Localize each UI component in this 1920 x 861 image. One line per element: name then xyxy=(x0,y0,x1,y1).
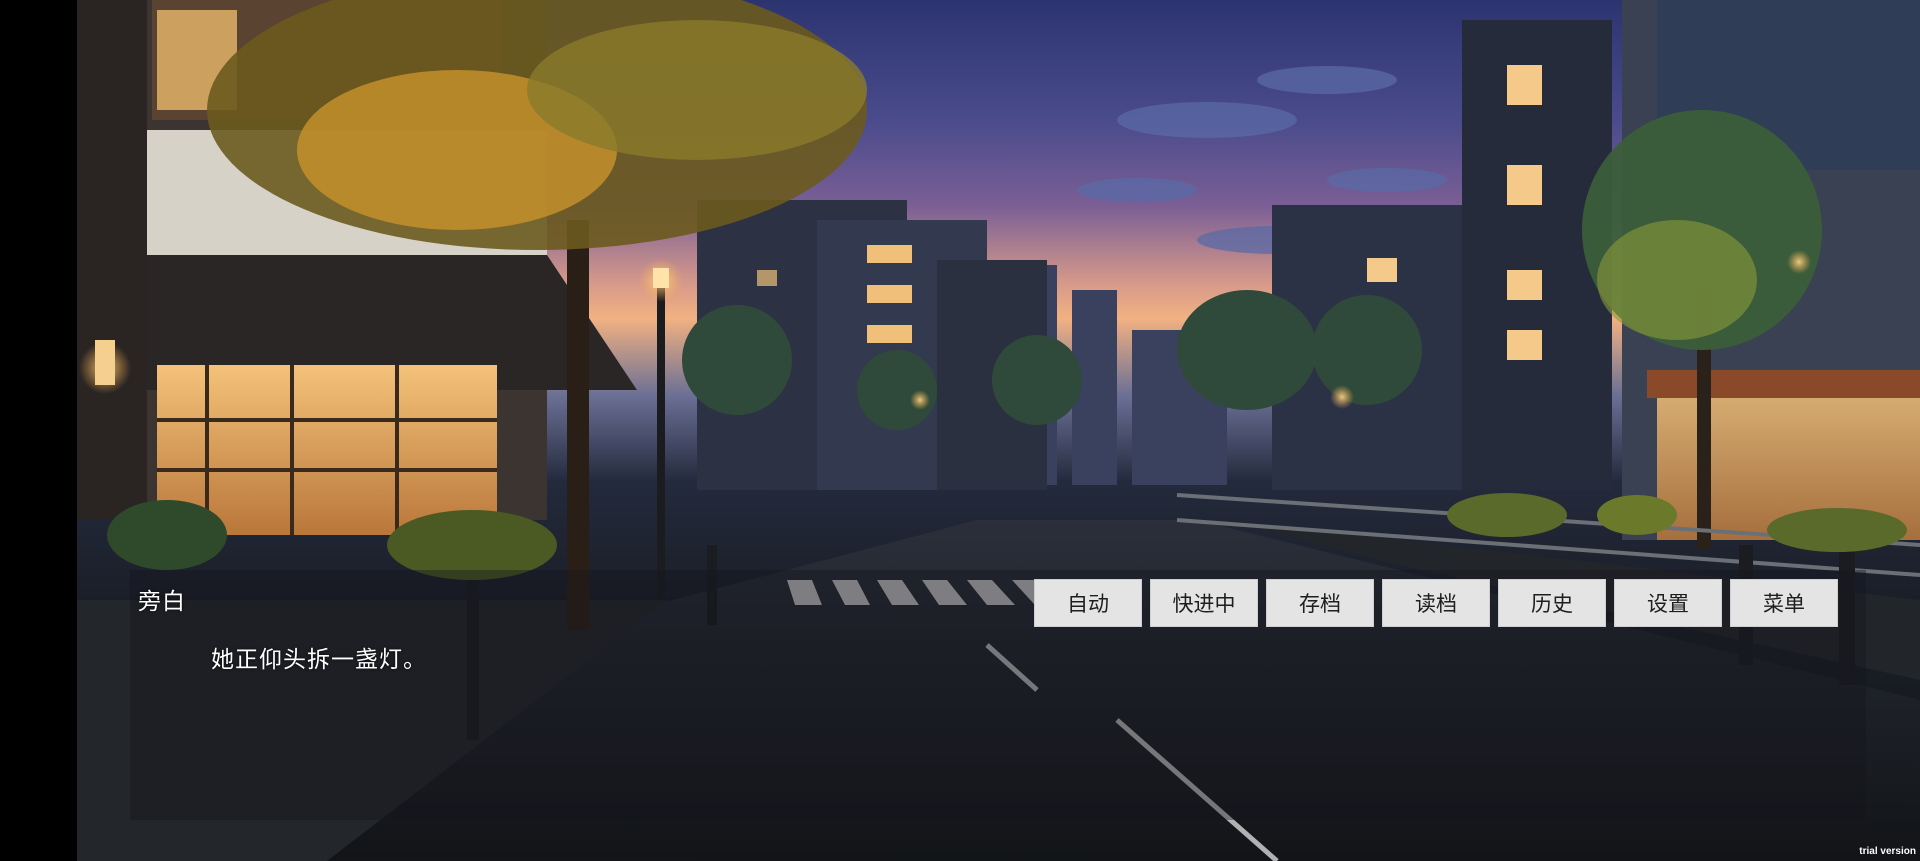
dialogue-text: 她正仰头拆一盏灯。 xyxy=(211,647,427,673)
quick-menu: 自动 快进中 存档 读档 历史 设置 菜单 xyxy=(1034,579,1838,627)
history-button[interactable]: 历史 xyxy=(1498,579,1606,627)
menu-button[interactable]: 菜单 xyxy=(1730,579,1838,627)
skip-button[interactable]: 快进中 xyxy=(1150,579,1258,627)
letterbox-bar xyxy=(0,0,77,861)
game-screen[interactable]: 旁白 她正仰头拆一盏灯。 自动 快进中 存档 读档 历史 设置 菜单 trial… xyxy=(0,0,1920,861)
speaker-name: 旁白 xyxy=(138,589,186,615)
auto-button[interactable]: 自动 xyxy=(1034,579,1142,627)
trial-watermark: trial version xyxy=(1859,846,1916,857)
save-button[interactable]: 存档 xyxy=(1266,579,1374,627)
load-button[interactable]: 读档 xyxy=(1382,579,1490,627)
settings-button[interactable]: 设置 xyxy=(1614,579,1722,627)
